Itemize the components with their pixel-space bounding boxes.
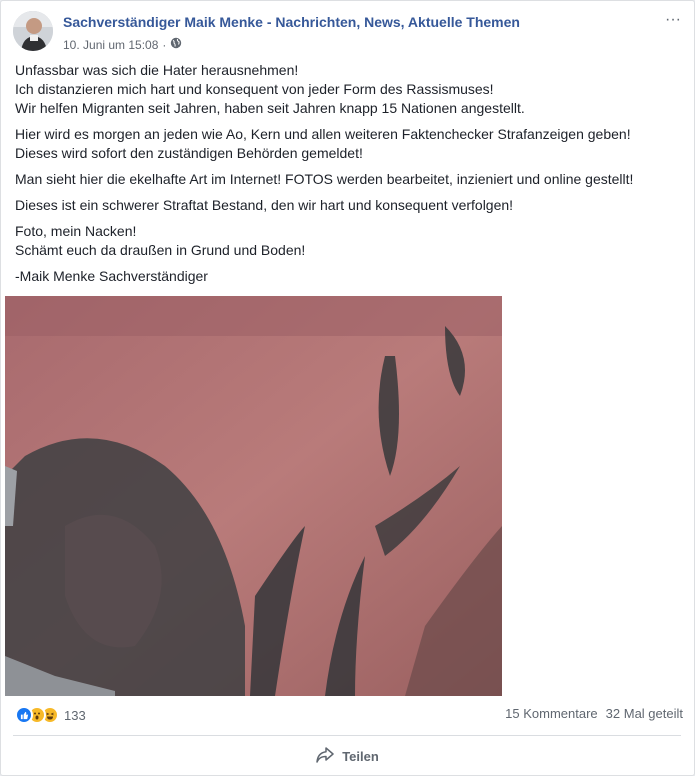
paragraph: Man sieht hier die ekelhafte Art im Inte… [15,170,675,189]
globe-icon[interactable] [170,37,182,52]
paragraph: Dieses ist ein schwerer Straftat Bestand… [15,196,675,215]
shares-count-link[interactable]: 32 Mal geteilt [606,706,683,721]
text-line: Dieses wird sofort den zuständigen Behör… [15,145,363,161]
share-arrow-icon [316,746,334,766]
paragraph: -Maik Menke Sachverständiger [15,267,675,286]
share-button[interactable]: Teilen [1,741,694,771]
text-line: Foto, mein Nacken! [15,223,137,239]
page-name-link[interactable]: Sachverständiger Maik Menke - Nachrichte… [63,14,520,30]
text-line: Schämt euch da draußen in Grund und Bode… [15,242,306,258]
post-meta: 10. Juni um 15:08 · [63,37,182,52]
text-line: Dieses ist ein schwerer Straftat Bestand… [15,197,514,213]
post-card: Sachverständiger Maik Menke - Nachrichte… [0,0,695,776]
reaction-count: 133 [64,707,86,723]
meta-separator: · [162,37,167,52]
text-line: Unfassbar was sich die Hater herausnehme… [15,62,299,78]
post-timestamp[interactable]: 10. Juni um 15:08 [63,38,158,52]
share-label: Teilen [342,748,379,764]
text-line: Wir helfen Migranten seit Jahren, haben … [15,100,525,116]
divider [13,735,681,736]
post-header: Sachverständiger Maik Menke - Nachrichte… [13,11,683,55]
paragraph: Unfassbar was sich die Hater herausnehme… [15,61,675,118]
page-avatar[interactable] [13,11,53,51]
like-icon [15,706,33,724]
comments-count-link[interactable]: 15 Kommentare [505,706,598,721]
text-line: Ich distanzieren mich hart und konsequen… [15,81,494,97]
reactions-summary[interactable]: 133 [15,706,86,724]
paragraph: Hier wird es morgen an jeden wie Ao, Ker… [15,125,675,163]
post-photo[interactable] [5,296,502,696]
paragraph: Foto, mein Nacken! Schämt euch da drauße… [15,222,675,260]
post-stats: 133 15 Kommentare 32 Mal geteilt [15,706,683,726]
text-line: -Maik Menke Sachverständiger [15,268,208,284]
engagement-counts: 15 Kommentare 32 Mal geteilt [505,706,683,721]
text-line: Man sieht hier die ekelhafte Art im Inte… [15,171,634,187]
post-text: Unfassbar was sich die Hater herausnehme… [15,61,675,293]
text-line: Hier wird es morgen an jeden wie Ao, Ker… [15,126,631,142]
more-options-icon[interactable]: ··· [663,12,683,31]
